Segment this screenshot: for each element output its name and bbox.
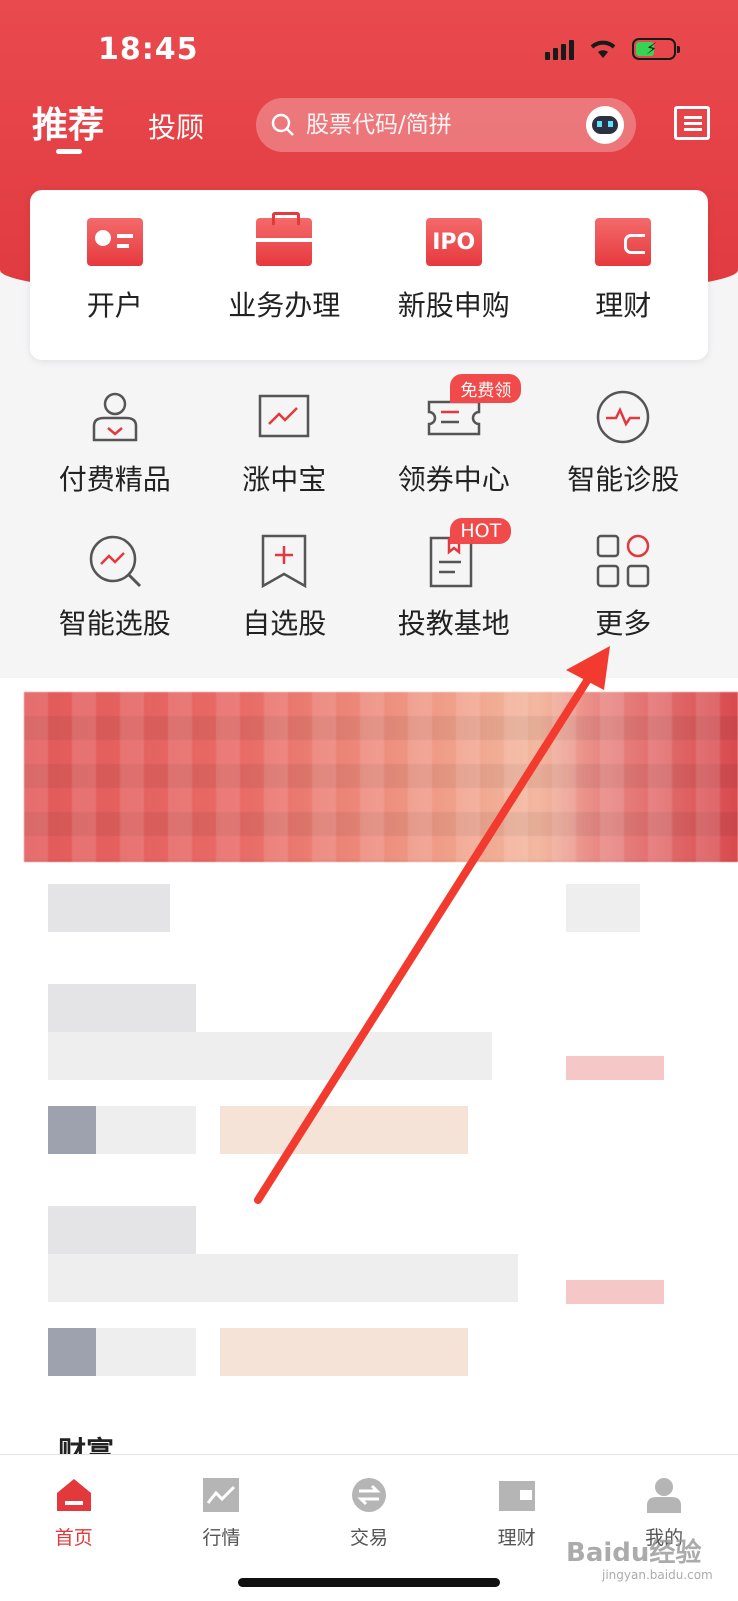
service-label: 理财 [595,289,652,322]
feature-label: 智能诊股 [567,463,680,496]
grid-more-icon [597,534,650,588]
search-bar[interactable] [256,98,636,152]
bookmark-plus-icon [262,534,307,589]
blurred-value [566,1280,664,1304]
service-ipo[interactable]: IPO 新股申购 [369,190,539,360]
blurred-text [96,1106,196,1154]
feature-label: 涨中宝 [242,463,327,496]
blurred-text [48,884,170,932]
service-label: 开户 [86,289,143,322]
trend-chart-icon [259,394,310,438]
blurred-text [48,1206,196,1254]
home-icon [56,1479,91,1511]
free-badge: 免费领 [450,374,522,403]
blurred-avatar [48,1106,96,1154]
blurred-avatar [48,1328,96,1376]
wallet-icon [498,1481,535,1511]
tab-label: 行情 [202,1527,241,1549]
status-time: 18:45 [98,32,199,67]
status-bar: 18:45 ⚡ [0,28,738,72]
robot-assistant-icon[interactable] [586,106,624,144]
signal-icon [545,38,574,60]
tab-label: 首页 [54,1527,93,1549]
tab-recommend[interactable]: 推荐 [32,96,104,148]
feature-row: 智能选股 自选股 HOT 投教基地 更多 [30,518,709,668]
briefcase-icon [256,212,313,266]
main-services-card: 开户 业务办理 IPO 新股申购 理财 [30,190,708,360]
battery-icon: ⚡ [632,38,680,60]
active-tab-indicator [56,149,82,154]
service-label: 新股申购 [397,289,510,322]
feature-label: 领券中心 [397,463,510,496]
blurred-text [96,1328,196,1376]
service-open-account[interactable]: 开户 [30,190,200,360]
ipo-ticket-icon: IPO [425,218,482,266]
service-label: 业务办理 [228,289,341,322]
feature-label: 更多 [595,607,652,640]
exchange-icon [351,1478,386,1512]
blurred-tag [220,1328,468,1376]
message-icon[interactable] [674,106,710,140]
feature-zhangzhongbao[interactable]: 涨中宝 [200,380,370,524]
watermark-logo: Baidu经验 [566,1538,702,1568]
feature-label: 投教基地 [397,607,510,640]
feature-more[interactable]: 更多 [539,524,709,668]
feature-label: 智能选股 [58,607,171,640]
tab-label: 交易 [349,1527,388,1549]
wifi-icon [590,40,616,58]
feature-row: 付费精品 涨中宝 免费领 领券中心 智能诊股 [30,374,709,524]
id-card-icon [86,218,143,266]
blurred-text [48,984,196,1032]
tab-label: 理财 [497,1527,536,1549]
search-icon [271,113,294,136]
pulse-icon [597,390,650,444]
feature-smart-diagnosis[interactable]: 智能诊股 [539,380,709,524]
feature-label: 付费精品 [58,463,171,496]
blurred-text [48,1254,518,1302]
feature-watchlist[interactable]: 自选股 [200,524,370,668]
service-business[interactable]: 业务办理 [200,190,370,360]
wallet-icon [595,218,652,266]
blurred-tag [220,1106,468,1154]
tab-advisor[interactable]: 投顾 [148,106,204,146]
user-icon [647,1478,682,1513]
blurred-text [566,884,640,932]
feature-label: 自选股 [242,607,327,640]
service-wealth[interactable]: 理财 [539,190,709,360]
feature-smart-pick[interactable]: 智能选股 [30,524,200,668]
top-nav: 推荐 投顾 [0,96,738,166]
tab-home[interactable]: 首页 [0,1455,148,1601]
blurred-value [566,1056,664,1080]
feature-coupon-center[interactable]: 免费领 领券中心 [369,374,539,524]
feature-paid-premium[interactable]: 付费精品 [30,380,200,524]
search-input[interactable] [304,111,578,139]
hot-badge: HOT [450,518,512,544]
feature-grid: 付费精品 涨中宝 免费领 领券中心 智能诊股 智能选股 自选股 HOT 投教基地… [30,374,709,668]
feature-education-base[interactable]: HOT 投教基地 [369,518,539,668]
chart-icon [203,1478,240,1512]
search-trend-icon [89,535,141,588]
section-title-partial: 财富 [58,1435,115,1454]
blurred-text [48,1032,492,1080]
user-heart-icon [92,392,137,442]
watermark-url: jingyan.baidu.com [602,1568,713,1582]
home-indicator [238,1578,500,1587]
promo-banner[interactable] [24,692,738,862]
status-icons: ⚡ [545,38,680,60]
